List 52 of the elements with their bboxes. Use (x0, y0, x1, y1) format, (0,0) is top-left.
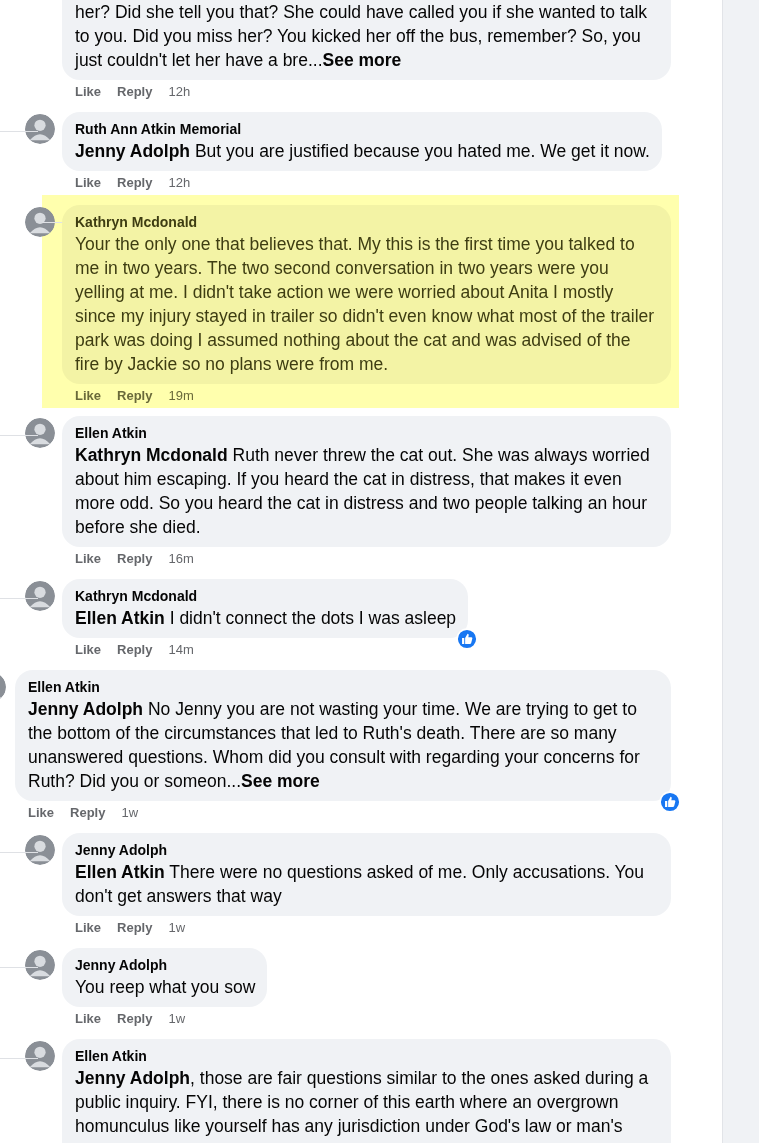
comment-text: Kathryn Mcdonald Ruth never threw the cat out. She was always worried about him escaping. If you heard the cat in distress, that makes it even more odd. So you heard the cat in distress and two people talking an hour before she died. (75, 444, 651, 539)
comment-text: Ellen Atkin I didn't connect the dots I was asleep (75, 607, 457, 630)
avatar[interactable] (25, 950, 55, 980)
comment-author[interactable]: Kathryn Mcdonald (75, 213, 659, 232)
comment-text: her? Did she tell you that? She could have called you if she wanted to talk to you. Did you miss her? You kicked her off the bus, remember? So, you just couldn't let her have a bre...See more (75, 1, 649, 72)
like-link[interactable]: Like (75, 84, 101, 100)
comment-author[interactable]: Jenny Adolph (75, 956, 256, 975)
comment-time[interactable]: 12h (168, 84, 191, 100)
comment-text: Your the only one that believes that. My this is the first time you talked to me in two years. The two second conversation in two years were you yelling at me. I didn't take action we were worried about Anita I mostly since my injury stayed in trailer so didn't even know what most of the trailer park was doing I assumed nothing about the cat and was advised of the fire by Jackie so no plans were from me. (75, 233, 656, 376)
comment-author[interactable]: Ruth Ann Atkin Memorial (75, 120, 650, 139)
see-more-link[interactable]: See more (241, 771, 320, 791)
like-link[interactable]: Like (28, 805, 54, 821)
comment-time[interactable]: 14m (168, 642, 194, 658)
reply-link[interactable]: Reply (70, 805, 106, 821)
avatar[interactable] (25, 835, 55, 865)
avatar[interactable] (25, 581, 55, 611)
avatar[interactable] (25, 114, 55, 144)
like-reaction-icon[interactable] (659, 791, 681, 813)
like-link[interactable]: Like (75, 920, 101, 936)
comment-text: Jenny Adolph No Jenny you are not wasting your time. We are trying to get to the bottom of the circumstances that led to Ruth's death. There are so many unanswered questions. Whom did you consult with regarding your concerns for Ruth? Did you or someon...See more (28, 698, 641, 793)
comment-text: Ellen Atkin There were no questions asked of me. Only accusations. You don't get answers that way (75, 861, 646, 908)
comment-text: Jenny Adolph, those are fair questions similar to the ones asked during a public inquiry. FYI, there is no corner of this earth where an overgrown homunculus like yourself has any jurisdiction under God's law or man's (75, 1067, 650, 1138)
reply-link[interactable]: Reply (117, 1011, 153, 1027)
comment-text: You reep what you sow (75, 976, 256, 999)
comment-time[interactable]: 19m (168, 388, 194, 404)
avatar[interactable] (25, 418, 55, 448)
comment-time[interactable]: 1w (168, 920, 186, 936)
comment-text: Jenny Adolph But you are justified because you hated me. We get it now. (75, 140, 650, 163)
reply-link[interactable]: Reply (117, 551, 153, 567)
reply-link[interactable]: Reply (117, 175, 153, 191)
comment-time[interactable]: 1w (121, 805, 139, 821)
avatar[interactable] (25, 207, 55, 237)
like-reaction-icon[interactable] (456, 628, 479, 650)
comment-author[interactable]: Ellen Atkin (75, 424, 659, 443)
see-more-link[interactable]: See more (322, 50, 402, 70)
comment-author[interactable]: Ellen Atkin (75, 1047, 659, 1066)
like-link[interactable]: Like (75, 175, 101, 191)
like-link[interactable]: Like (75, 642, 101, 658)
comment-author[interactable]: Kathryn Mcdonald (75, 587, 457, 606)
comment-time[interactable]: 12h (168, 175, 191, 191)
reply-link[interactable]: Reply (117, 642, 153, 658)
comment-time[interactable]: 1w (168, 1011, 186, 1027)
reply-link[interactable]: Reply (117, 388, 153, 404)
like-link[interactable]: Like (75, 551, 101, 567)
comment-author[interactable]: Jenny Adolph (75, 841, 659, 860)
reply-link[interactable]: Reply (117, 920, 153, 936)
like-link[interactable]: Like (75, 1011, 101, 1027)
like-link[interactable]: Like (75, 388, 101, 404)
reply-link[interactable]: Reply (117, 84, 153, 100)
comment-author[interactable]: Ellen Atkin (28, 678, 659, 697)
avatar[interactable] (25, 1041, 55, 1071)
comment-time[interactable]: 16m (168, 551, 194, 567)
